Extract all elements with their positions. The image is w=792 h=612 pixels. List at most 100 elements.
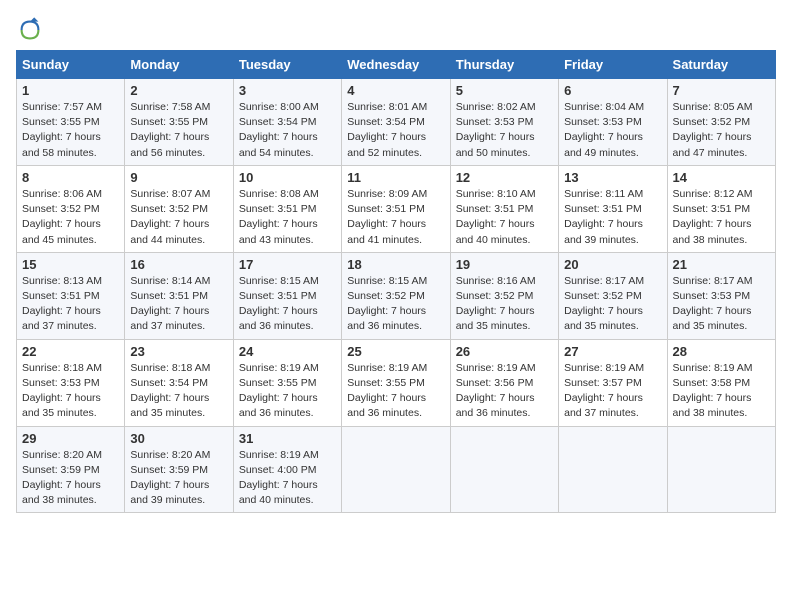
calendar-header-row: Sunday Monday Tuesday Wednesday Thursday… (17, 51, 776, 79)
day-info: Sunrise: 7:58 AMSunset: 3:55 PMDaylight:… (130, 100, 227, 161)
calendar-day-cell: 2 Sunrise: 7:58 AMSunset: 3:55 PMDayligh… (125, 79, 233, 166)
day-info: Sunrise: 8:18 AMSunset: 3:54 PMDaylight:… (130, 361, 227, 422)
calendar-day-cell: 3 Sunrise: 8:00 AMSunset: 3:54 PMDayligh… (233, 79, 341, 166)
calendar-day-cell: 17 Sunrise: 8:15 AMSunset: 3:51 PMDaylig… (233, 252, 341, 339)
day-number: 10 (239, 170, 336, 185)
logo (16, 16, 48, 44)
day-info: Sunrise: 8:12 AMSunset: 3:51 PMDaylight:… (673, 187, 770, 248)
calendar-day-cell: 30 Sunrise: 8:20 AMSunset: 3:59 PMDaylig… (125, 426, 233, 513)
calendar-day-cell (342, 426, 450, 513)
day-number: 3 (239, 83, 336, 98)
day-info: Sunrise: 8:09 AMSunset: 3:51 PMDaylight:… (347, 187, 444, 248)
day-info: Sunrise: 8:16 AMSunset: 3:52 PMDaylight:… (456, 274, 553, 335)
day-number: 27 (564, 344, 661, 359)
calendar-day-cell: 29 Sunrise: 8:20 AMSunset: 3:59 PMDaylig… (17, 426, 125, 513)
day-info: Sunrise: 8:11 AMSunset: 3:51 PMDaylight:… (564, 187, 661, 248)
page-header (16, 16, 776, 44)
day-info: Sunrise: 8:15 AMSunset: 3:52 PMDaylight:… (347, 274, 444, 335)
day-number: 22 (22, 344, 119, 359)
col-sunday: Sunday (17, 51, 125, 79)
day-info: Sunrise: 8:08 AMSunset: 3:51 PMDaylight:… (239, 187, 336, 248)
calendar-week-row: 1 Sunrise: 7:57 AMSunset: 3:55 PMDayligh… (17, 79, 776, 166)
day-number: 2 (130, 83, 227, 98)
calendar-day-cell: 20 Sunrise: 8:17 AMSunset: 3:52 PMDaylig… (559, 252, 667, 339)
day-info: Sunrise: 8:19 AMSunset: 4:00 PMDaylight:… (239, 448, 336, 509)
col-tuesday: Tuesday (233, 51, 341, 79)
day-info: Sunrise: 8:01 AMSunset: 3:54 PMDaylight:… (347, 100, 444, 161)
day-number: 16 (130, 257, 227, 272)
day-number: 13 (564, 170, 661, 185)
day-number: 30 (130, 431, 227, 446)
day-number: 6 (564, 83, 661, 98)
day-info: Sunrise: 8:20 AMSunset: 3:59 PMDaylight:… (130, 448, 227, 509)
day-info: Sunrise: 8:20 AMSunset: 3:59 PMDaylight:… (22, 448, 119, 509)
day-info: Sunrise: 8:18 AMSunset: 3:53 PMDaylight:… (22, 361, 119, 422)
day-number: 20 (564, 257, 661, 272)
day-number: 7 (673, 83, 770, 98)
calendar-day-cell (667, 426, 775, 513)
col-thursday: Thursday (450, 51, 558, 79)
day-info: Sunrise: 8:13 AMSunset: 3:51 PMDaylight:… (22, 274, 119, 335)
day-number: 21 (673, 257, 770, 272)
day-number: 4 (347, 83, 444, 98)
calendar-day-cell: 21 Sunrise: 8:17 AMSunset: 3:53 PMDaylig… (667, 252, 775, 339)
calendar-day-cell: 25 Sunrise: 8:19 AMSunset: 3:55 PMDaylig… (342, 339, 450, 426)
day-number: 17 (239, 257, 336, 272)
day-number: 15 (22, 257, 119, 272)
calendar-day-cell: 15 Sunrise: 8:13 AMSunset: 3:51 PMDaylig… (17, 252, 125, 339)
calendar-day-cell: 12 Sunrise: 8:10 AMSunset: 3:51 PMDaylig… (450, 165, 558, 252)
calendar-day-cell: 1 Sunrise: 7:57 AMSunset: 3:55 PMDayligh… (17, 79, 125, 166)
calendar-day-cell: 22 Sunrise: 8:18 AMSunset: 3:53 PMDaylig… (17, 339, 125, 426)
day-number: 24 (239, 344, 336, 359)
day-number: 18 (347, 257, 444, 272)
calendar-table: Sunday Monday Tuesday Wednesday Thursday… (16, 50, 776, 513)
day-info: Sunrise: 8:17 AMSunset: 3:53 PMDaylight:… (673, 274, 770, 335)
calendar-day-cell: 18 Sunrise: 8:15 AMSunset: 3:52 PMDaylig… (342, 252, 450, 339)
day-info: Sunrise: 8:15 AMSunset: 3:51 PMDaylight:… (239, 274, 336, 335)
day-info: Sunrise: 7:57 AMSunset: 3:55 PMDaylight:… (22, 100, 119, 161)
day-info: Sunrise: 8:02 AMSunset: 3:53 PMDaylight:… (456, 100, 553, 161)
calendar-week-row: 29 Sunrise: 8:20 AMSunset: 3:59 PMDaylig… (17, 426, 776, 513)
day-info: Sunrise: 8:17 AMSunset: 3:52 PMDaylight:… (564, 274, 661, 335)
day-info: Sunrise: 8:10 AMSunset: 3:51 PMDaylight:… (456, 187, 553, 248)
day-info: Sunrise: 8:00 AMSunset: 3:54 PMDaylight:… (239, 100, 336, 161)
day-info: Sunrise: 8:19 AMSunset: 3:58 PMDaylight:… (673, 361, 770, 422)
calendar-day-cell (450, 426, 558, 513)
day-info: Sunrise: 8:19 AMSunset: 3:55 PMDaylight:… (347, 361, 444, 422)
day-number: 12 (456, 170, 553, 185)
calendar-day-cell: 10 Sunrise: 8:08 AMSunset: 3:51 PMDaylig… (233, 165, 341, 252)
calendar-day-cell: 28 Sunrise: 8:19 AMSunset: 3:58 PMDaylig… (667, 339, 775, 426)
day-number: 11 (347, 170, 444, 185)
calendar-day-cell: 26 Sunrise: 8:19 AMSunset: 3:56 PMDaylig… (450, 339, 558, 426)
calendar-day-cell: 14 Sunrise: 8:12 AMSunset: 3:51 PMDaylig… (667, 165, 775, 252)
day-info: Sunrise: 8:19 AMSunset: 3:57 PMDaylight:… (564, 361, 661, 422)
calendar-day-cell: 11 Sunrise: 8:09 AMSunset: 3:51 PMDaylig… (342, 165, 450, 252)
day-info: Sunrise: 8:04 AMSunset: 3:53 PMDaylight:… (564, 100, 661, 161)
day-info: Sunrise: 8:19 AMSunset: 3:56 PMDaylight:… (456, 361, 553, 422)
day-number: 5 (456, 83, 553, 98)
col-monday: Monday (125, 51, 233, 79)
calendar-day-cell: 5 Sunrise: 8:02 AMSunset: 3:53 PMDayligh… (450, 79, 558, 166)
calendar-day-cell: 4 Sunrise: 8:01 AMSunset: 3:54 PMDayligh… (342, 79, 450, 166)
day-number: 31 (239, 431, 336, 446)
calendar-day-cell: 16 Sunrise: 8:14 AMSunset: 3:51 PMDaylig… (125, 252, 233, 339)
calendar-day-cell: 13 Sunrise: 8:11 AMSunset: 3:51 PMDaylig… (559, 165, 667, 252)
calendar-day-cell: 6 Sunrise: 8:04 AMSunset: 3:53 PMDayligh… (559, 79, 667, 166)
col-wednesday: Wednesday (342, 51, 450, 79)
day-info: Sunrise: 8:19 AMSunset: 3:55 PMDaylight:… (239, 361, 336, 422)
day-info: Sunrise: 8:14 AMSunset: 3:51 PMDaylight:… (130, 274, 227, 335)
day-info: Sunrise: 8:05 AMSunset: 3:52 PMDaylight:… (673, 100, 770, 161)
day-number: 25 (347, 344, 444, 359)
calendar-day-cell: 7 Sunrise: 8:05 AMSunset: 3:52 PMDayligh… (667, 79, 775, 166)
logo-icon (16, 16, 44, 44)
day-info: Sunrise: 8:07 AMSunset: 3:52 PMDaylight:… (130, 187, 227, 248)
calendar-day-cell: 31 Sunrise: 8:19 AMSunset: 4:00 PMDaylig… (233, 426, 341, 513)
calendar-day-cell: 27 Sunrise: 8:19 AMSunset: 3:57 PMDaylig… (559, 339, 667, 426)
day-number: 28 (673, 344, 770, 359)
calendar-day-cell: 19 Sunrise: 8:16 AMSunset: 3:52 PMDaylig… (450, 252, 558, 339)
calendar-day-cell: 8 Sunrise: 8:06 AMSunset: 3:52 PMDayligh… (17, 165, 125, 252)
calendar-week-row: 15 Sunrise: 8:13 AMSunset: 3:51 PMDaylig… (17, 252, 776, 339)
calendar-week-row: 8 Sunrise: 8:06 AMSunset: 3:52 PMDayligh… (17, 165, 776, 252)
calendar-day-cell: 23 Sunrise: 8:18 AMSunset: 3:54 PMDaylig… (125, 339, 233, 426)
day-info: Sunrise: 8:06 AMSunset: 3:52 PMDaylight:… (22, 187, 119, 248)
